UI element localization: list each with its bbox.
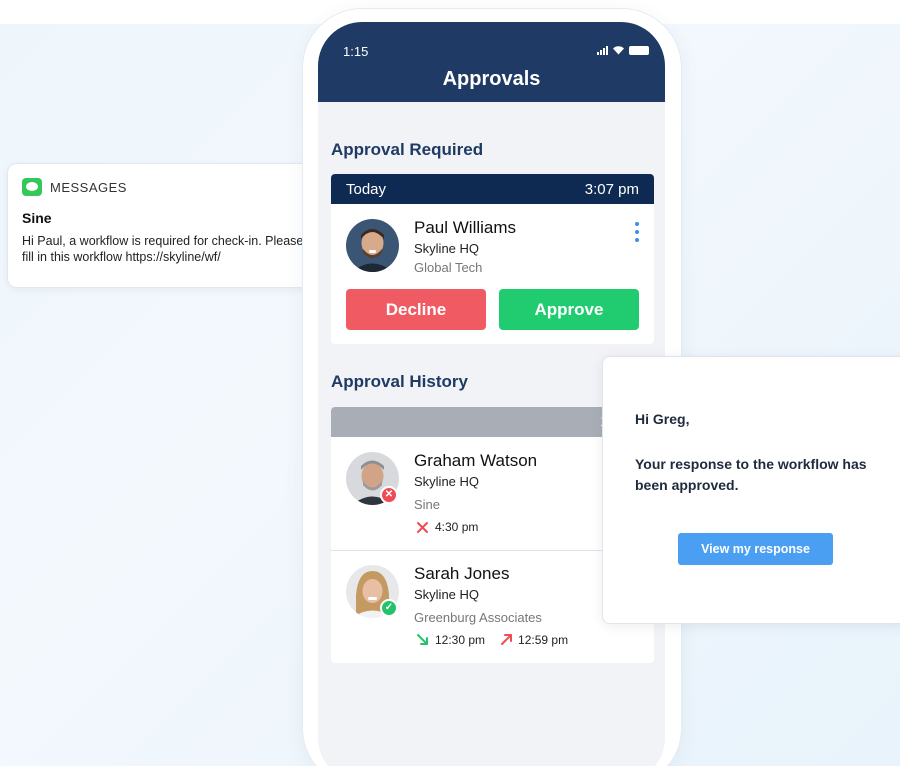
history-times: 12:30 pm 12:59 pm [416,633,568,647]
approve-button[interactable]: Approve [499,289,639,330]
request-time: 3:07 pm [584,180,639,198]
view-response-button[interactable]: View my response [678,533,833,565]
signal-icon [597,46,608,55]
request-day: Today [346,180,387,198]
history-person-org: Greenburg Associates [414,610,542,625]
request-person-org: Global Tech [414,260,483,275]
email-body: Your response to the workflow has been a… [635,456,867,493]
check-in-arrow-icon [417,634,428,645]
notification-app-label: MESSAGES [50,179,127,195]
decline-time: 4:30 pm [435,520,479,534]
notification-app-row: MESSAGES [22,178,127,196]
battery-icon [629,46,649,55]
check-out-arrow-icon [501,634,513,645]
approval-history-title: Approval History [331,372,468,391]
history-person-name: Graham Watson [414,451,538,470]
email-greeting: Hi Greg, [635,411,690,427]
declined-x-icon [417,521,428,533]
history-person-org: Sine [414,497,441,512]
request-person-location: Skyline HQ [414,241,480,256]
approval-request-card: Today 3:07 pm Paul Williams Skyline HQ G… [331,174,654,344]
status-icons [597,45,649,55]
approval-required-title: Approval Required [331,140,484,159]
history-person-location: Skyline HQ [414,587,480,602]
check-out-time: 12:59 pm [518,633,569,647]
declined-status-icon: ✕ [380,486,398,504]
more-options-icon[interactable] [635,222,641,242]
approved-status-icon: ✓ [380,599,398,617]
wifi-icon [613,46,624,55]
check-in-time: 12:30 pm [435,633,486,647]
page-title: Approvals [442,68,541,90]
history-times: 4:30 pm [416,520,478,534]
app-header: 1:15 Approvals [318,22,665,102]
history-person-location: Skyline HQ [414,474,480,489]
request-person-name: Paul Williams [414,218,517,237]
avatar-paul-williams [346,219,399,272]
notification-body: Hi Paul, a workflow is required for chec… [22,234,304,264]
request-date-bar: Today 3:07 pm [331,174,654,204]
messages-icon [22,178,42,196]
history-person-name: Sarah Jones [414,564,510,583]
decline-button[interactable]: Decline [346,289,486,330]
email-notification-card: Hi Greg, Your response to the workflow h… [602,356,900,624]
status-time: 1:15 [343,44,369,59]
message-notification[interactable]: MESSAGES Sine Hi Paul, a workflow is req… [7,163,317,288]
notification-sender: Sine [22,210,52,226]
